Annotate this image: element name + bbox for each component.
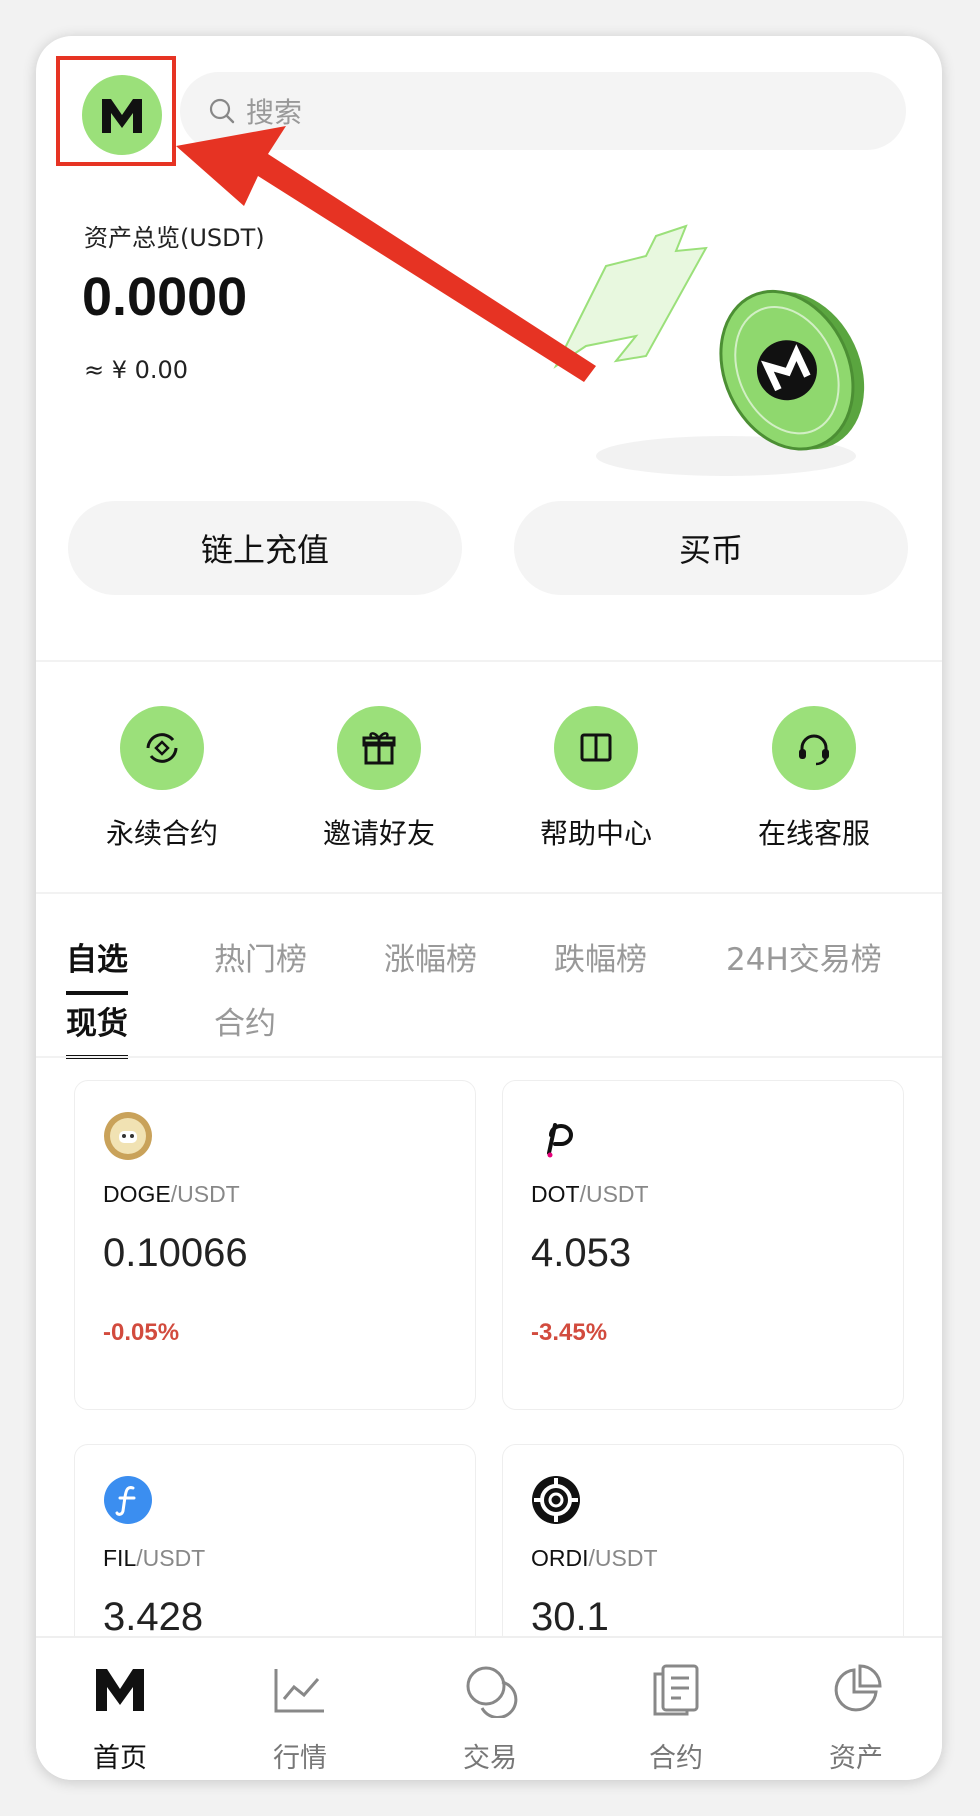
nav-assets[interactable]: 资产: [786, 1658, 926, 1775]
ticker-price: 4.053: [531, 1231, 632, 1275]
ticker-change: -0.05%: [103, 1319, 180, 1346]
quick-link-perpetual[interactable]: 永续合约: [62, 706, 262, 852]
quick-link-help[interactable]: 帮助中心: [496, 706, 696, 852]
onchain-deposit-button[interactable]: 链上充值: [68, 501, 462, 595]
quick-link-support[interactable]: 在线客服: [714, 706, 914, 852]
gift-icon: [337, 706, 421, 790]
quick-link-label: 永续合约: [105, 817, 218, 850]
nav-trade[interactable]: 交易: [420, 1658, 560, 1775]
filecoin-icon: [104, 1476, 152, 1524]
ticker-pair: FIL/USDT: [103, 1545, 206, 1571]
headset-icon: [772, 706, 856, 790]
buy-crypto-button[interactable]: 买币: [514, 501, 908, 595]
chart-icon: [274, 1669, 324, 1713]
tab-24h-volume[interactable]: 24H交易榜: [726, 934, 882, 979]
tab-spot[interactable]: 现货: [66, 998, 128, 1059]
nav-market[interactable]: 行情: [230, 1658, 370, 1775]
quick-link-invite[interactable]: 邀请好友: [279, 706, 479, 852]
polkadot-icon: [547, 1123, 573, 1158]
search-icon: [209, 98, 235, 124]
bottom-nav: 首页 行情 交易 合约 资产: [36, 1636, 942, 1780]
contract-icon: [653, 1664, 699, 1716]
tab-favorites[interactable]: 自选: [66, 934, 128, 995]
ticker-pair: DOT/USDT: [531, 1181, 649, 1207]
quick-link-label: 帮助中心: [539, 817, 652, 850]
tab-losers[interactable]: 跌幅榜: [554, 934, 647, 979]
avatar[interactable]: [82, 75, 162, 155]
ticker-pair: ORDI/USDT: [531, 1545, 658, 1571]
nav-label: 交易: [463, 1743, 517, 1774]
ticker-card-doge[interactable]: DOGE/USDT 0.10066 -0.05%: [74, 1080, 476, 1410]
section-divider: [36, 1056, 942, 1058]
nav-home[interactable]: 首页: [50, 1658, 190, 1775]
nav-label: 首页: [93, 1743, 147, 1774]
tab-futures[interactable]: 合约: [214, 998, 276, 1043]
ticker-price: 0.10066: [103, 1231, 248, 1275]
trade-icon: [466, 1666, 518, 1718]
coin-illustration: [553, 224, 865, 476]
m-logo-icon: [102, 99, 142, 133]
book-icon: [554, 706, 638, 790]
ticker-price: 3.428: [103, 1595, 204, 1639]
nav-label: 行情: [273, 1743, 327, 1774]
app-screen: 搜索 资产总览(USDT) 0.0000 ≈ ¥ 0.00 链上充值 买币 永续…: [36, 36, 942, 1780]
ticker-price: 30.1: [531, 1595, 609, 1639]
search-placeholder: 搜索: [246, 96, 303, 129]
asset-overview-title: 资产总览(USDT): [84, 224, 265, 252]
asset-total-value: 0.0000: [82, 267, 248, 327]
ticker-pair: DOGE/USDT: [103, 1181, 240, 1207]
section-divider: [36, 660, 942, 662]
perpetual-contract-icon: [120, 706, 204, 790]
nav-label: 合约: [649, 1743, 703, 1774]
tab-hot[interactable]: 热门榜: [214, 934, 307, 979]
nav-label: 资产: [829, 1743, 883, 1774]
quick-link-label: 邀请好友: [322, 817, 435, 850]
ticker-card-dot[interactable]: DOT/USDT 4.053 -3.45%: [502, 1080, 904, 1410]
ordi-icon: [532, 1476, 580, 1524]
pie-chart-icon: [834, 1664, 882, 1712]
doge-coin-icon: [104, 1112, 152, 1160]
home-m-icon: [96, 1669, 144, 1711]
section-divider: [36, 892, 942, 894]
avatar-highlight-box: [56, 56, 176, 166]
quick-link-label: 在线客服: [757, 817, 870, 850]
nav-contract[interactable]: 合约: [606, 1658, 746, 1775]
search-input[interactable]: 搜索: [180, 72, 906, 150]
tab-gainers[interactable]: 涨幅榜: [384, 934, 477, 979]
asset-cny-value: ≈ ¥ 0.00: [84, 356, 189, 384]
ticker-change: -3.45%: [531, 1319, 608, 1346]
